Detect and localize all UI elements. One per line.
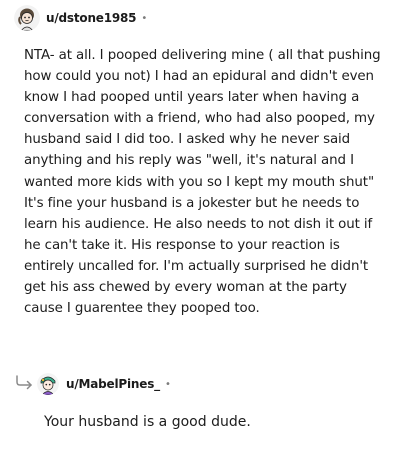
separator-dot: • bbox=[141, 12, 148, 24]
reply-header: u/MabelPines_ • bbox=[37, 371, 171, 397]
reply-author-link[interactable]: u/MabelPines_ bbox=[66, 377, 160, 391]
user-avatar-icon[interactable] bbox=[14, 5, 40, 31]
reply-arrow-icon bbox=[16, 375, 32, 390]
comment-author-link[interactable]: u/dstone1985 bbox=[46, 11, 137, 25]
reply-text: Your husband is a good dude. bbox=[44, 414, 251, 430]
separator-dot: • bbox=[164, 378, 171, 390]
user-avatar-icon[interactable] bbox=[37, 373, 59, 395]
comment-header: u/dstone1985 • bbox=[14, 4, 147, 32]
comment-text: NTA- at all. I pooped delivering mine ( … bbox=[24, 48, 381, 317]
